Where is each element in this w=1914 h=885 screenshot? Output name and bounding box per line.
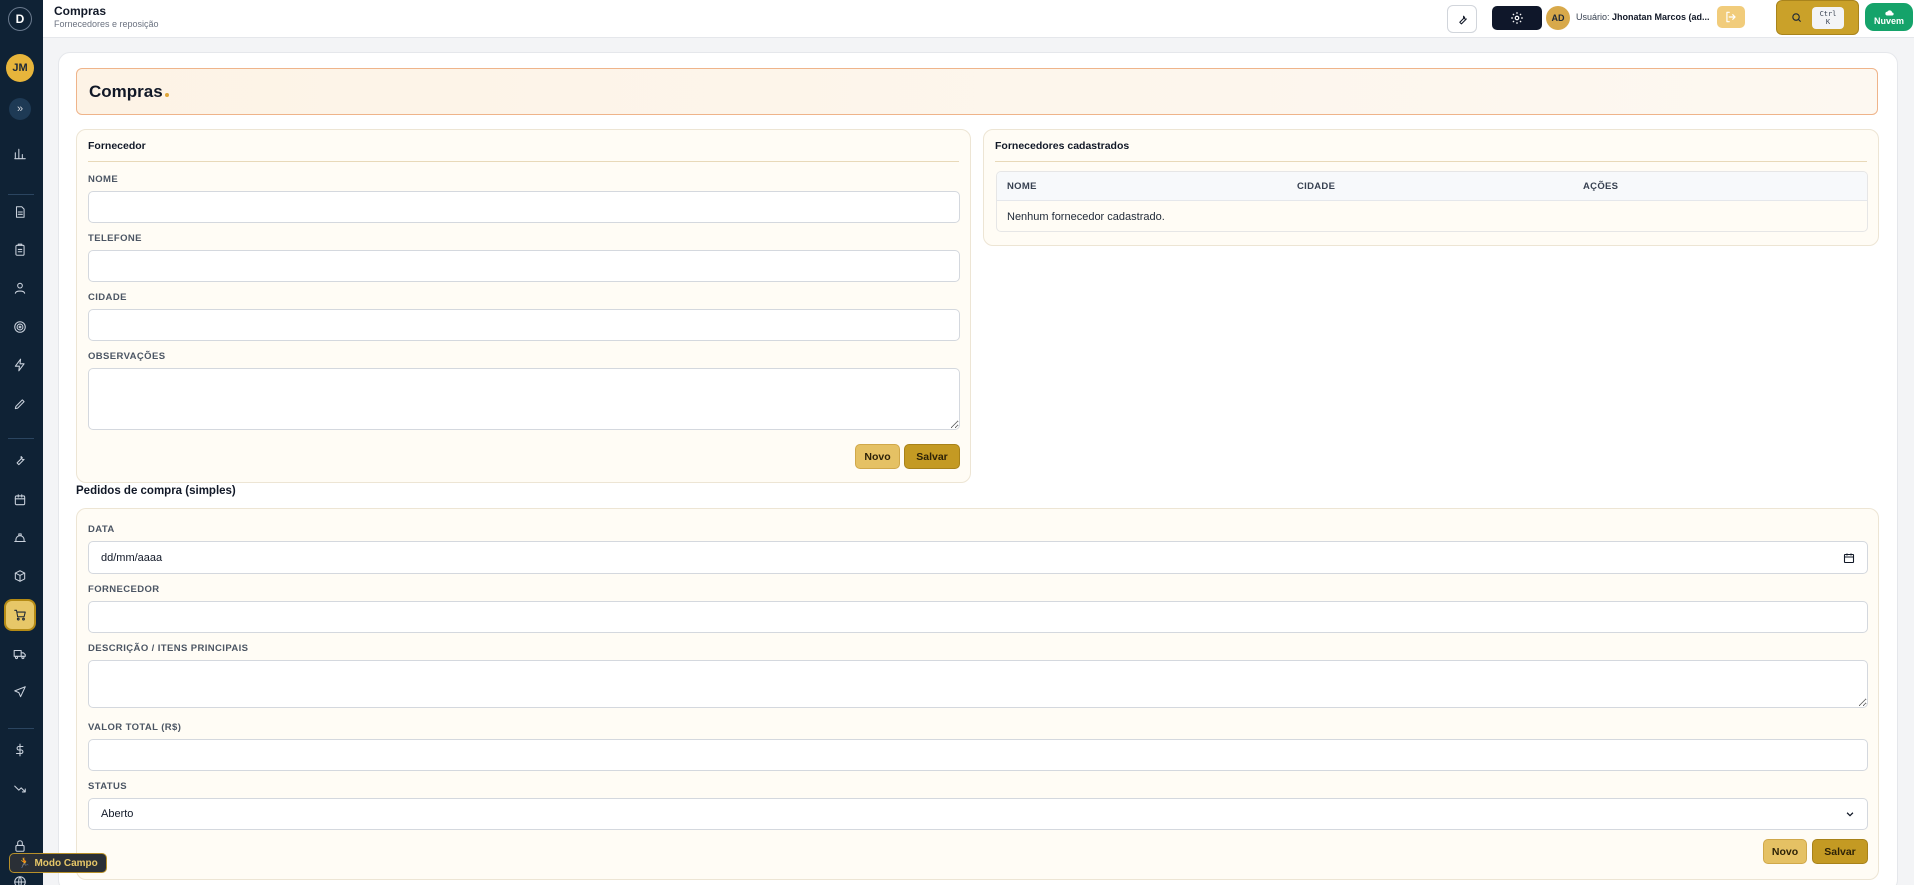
fornecedor-telefone-input[interactable]	[88, 250, 960, 282]
truck-icon[interactable]	[8, 642, 32, 666]
fornecedor-observacoes-textarea[interactable]	[88, 368, 960, 430]
page-heading: Compras	[89, 82, 163, 101]
app-logo[interactable]: D	[8, 7, 32, 31]
fornecedor-salvar-button[interactable]: Salvar	[904, 444, 960, 469]
user-name: Jhonatan Marcos (ad...	[1612, 12, 1710, 22]
pedido-novo-button[interactable]: Novo	[1763, 839, 1807, 864]
modo-campo-label: Modo Campo	[34, 857, 98, 869]
nome-label: NOME	[88, 174, 119, 185]
shopping-cart-icon[interactable]	[4, 599, 36, 631]
logout-button[interactable]	[1717, 6, 1745, 28]
calendar-icon[interactable]	[8, 488, 32, 512]
telefone-label: TELEFONE	[88, 233, 142, 244]
send-icon[interactable]	[8, 680, 32, 704]
settings-button[interactable]	[1492, 6, 1542, 30]
data-label: DATA	[88, 524, 115, 535]
lightning-icon[interactable]	[8, 353, 32, 377]
cidade-label: CIDADE	[88, 292, 127, 303]
gear-icon	[1511, 12, 1523, 24]
chevron-down-icon	[1846, 812, 1854, 817]
keyboard-shortcut: Ctrl K	[1812, 6, 1844, 29]
page-title: Compras	[54, 4, 107, 18]
wrench-icon[interactable]	[8, 448, 32, 472]
person-icon[interactable]	[8, 276, 32, 300]
status-selected-value: Aberto	[101, 808, 134, 820]
valor-total-label: VALOR TOTAL (R$)	[88, 722, 182, 733]
target-icon[interactable]	[8, 315, 32, 339]
panel-divider	[995, 161, 1867, 162]
document-icon[interactable]	[8, 200, 32, 224]
fornecedor-cidade-input[interactable]	[88, 309, 960, 341]
search-icon	[1792, 13, 1802, 23]
user-avatar-badge[interactable]: AD	[1546, 6, 1570, 30]
dollar-icon[interactable]	[8, 738, 32, 762]
modo-campo-button[interactable]: 🏃 Modo Campo	[9, 853, 107, 873]
kbd-k: K	[1825, 17, 1831, 26]
sidebar-divider	[8, 194, 34, 195]
pedido-fornecedor-input[interactable]	[88, 601, 1868, 633]
expand-sidebar-button[interactable]: »	[9, 98, 31, 120]
panel-divider	[88, 161, 959, 162]
cloud-icon	[1884, 9, 1894, 15]
column-header-cidade[interactable]: CIDADE	[1297, 181, 1335, 192]
cloud-sync-button[interactable]: Nuvem	[1865, 3, 1913, 31]
pencil-icon[interactable]	[8, 392, 32, 416]
top-header: Compras Fornecedores e reposição AD Usuá…	[43, 0, 1914, 38]
fornecedores-table: NOME CIDADE AÇÕES Nenhum fornecedor cada…	[996, 171, 1868, 232]
trend-down-icon[interactable]	[8, 777, 32, 801]
walking-person-icon: 🏃	[18, 857, 31, 869]
page-subtitle: Fornecedores e reposição	[54, 19, 159, 29]
kbd-ctrl: Ctrl	[1819, 9, 1837, 18]
column-header-acoes[interactable]: AÇÕES	[1583, 181, 1618, 192]
user-avatar[interactable]: JM	[6, 54, 34, 82]
pedido-salvar-button[interactable]: Salvar	[1812, 839, 1868, 864]
descricao-label: DESCRIÇÃO / ITENS PRINCIPAIS	[88, 643, 249, 654]
clipboard-icon[interactable]	[8, 238, 32, 262]
observacoes-label: OBSERVAÇÕES	[88, 351, 166, 362]
page-heading-banner: Compras	[76, 68, 1878, 115]
fornecedor-nome-input[interactable]	[88, 191, 960, 223]
dashboard-chart-icon[interactable]	[8, 142, 32, 166]
fornecedores-list-title: Fornecedores cadastrados	[995, 140, 1130, 152]
status-label: STATUS	[88, 781, 127, 792]
table-empty-message: Nenhum fornecedor cadastrado.	[1007, 211, 1165, 223]
tools-button[interactable]	[1447, 5, 1477, 33]
pedido-valor-input[interactable]	[88, 739, 1868, 771]
pedidos-form-panel: DATA dd/mm/aaaa FORNECEDOR DESCRIÇÃO / I…	[76, 508, 1879, 880]
pedido-descricao-textarea[interactable]	[88, 660, 1868, 708]
fornecedor-novo-button[interactable]: Novo	[855, 444, 900, 469]
cloud-label: Nuvem	[1873, 15, 1904, 26]
fornecedor-form-panel: Fornecedor NOME TELEFONE CIDADE OBSERVAÇ…	[76, 129, 971, 483]
user-prefix: Usuário:	[1576, 12, 1610, 22]
fornecedor-label: FORNECEDOR	[88, 584, 160, 595]
logout-icon	[1726, 11, 1736, 23]
pedido-data-input[interactable]: dd/mm/aaaa	[88, 541, 1868, 574]
pedidos-section-title: Pedidos de compra (simples)	[76, 485, 236, 497]
hardhat-icon[interactable]	[8, 526, 32, 550]
fornecedor-form-title: Fornecedor	[88, 140, 146, 152]
wrench-icon	[1458, 15, 1467, 24]
user-info: Usuário: Jhonatan Marcos (ad...	[1576, 12, 1710, 22]
pedido-status-select[interactable]: Aberto	[88, 798, 1868, 830]
sidebar-divider	[8, 438, 34, 439]
table-header: NOME CIDADE AÇÕES	[997, 172, 1867, 201]
date-placeholder: dd/mm/aaaa	[101, 551, 163, 564]
sidebar-divider	[8, 728, 34, 729]
sidebar: D JM »	[0, 0, 43, 885]
column-header-nome[interactable]: NOME	[1007, 181, 1037, 192]
box-icon[interactable]	[8, 564, 32, 588]
search-command-button[interactable]: Ctrl K	[1776, 0, 1859, 35]
status-dot	[165, 93, 169, 97]
calendar-icon[interactable]	[1843, 552, 1855, 564]
fornecedores-list-panel: Fornecedores cadastrados NOME CIDADE AÇÕ…	[983, 129, 1879, 246]
